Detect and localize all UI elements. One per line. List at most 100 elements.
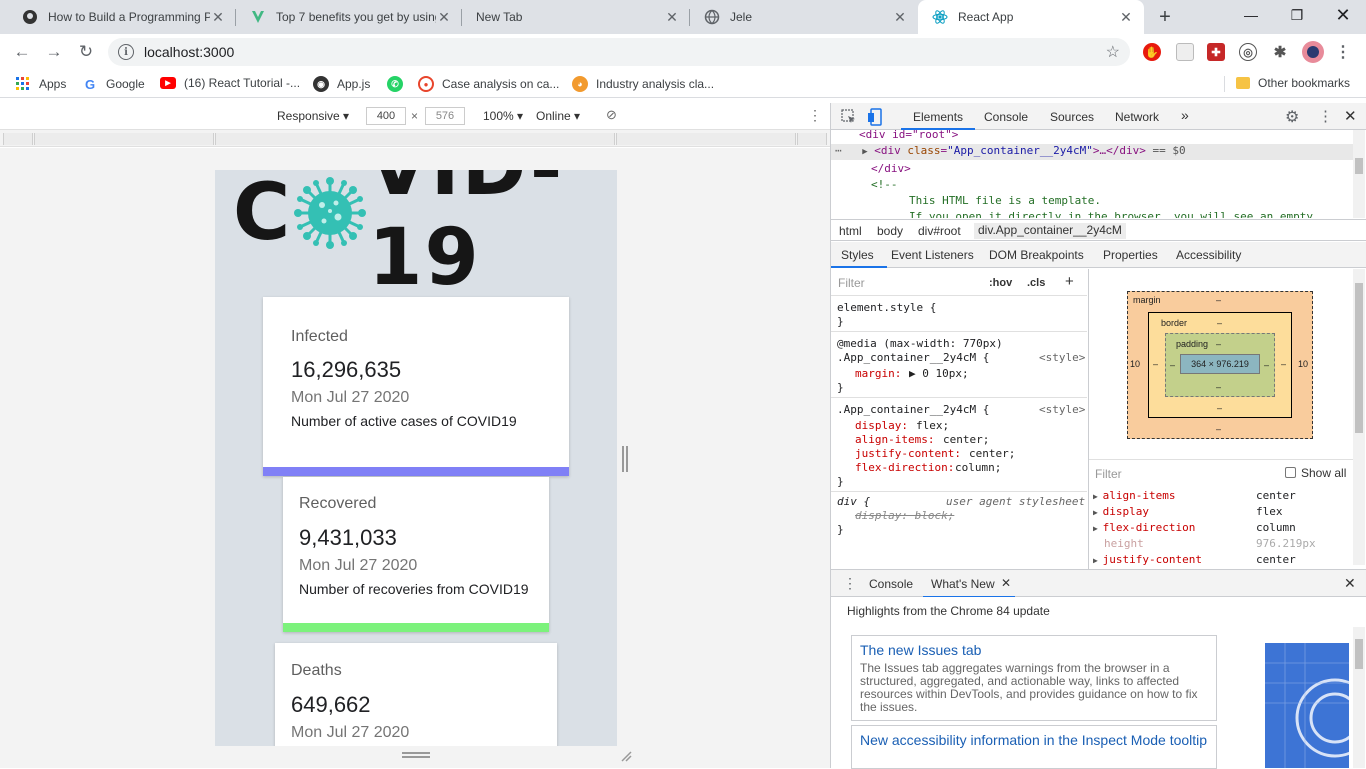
styles-filter-input[interactable]: Filter	[833, 271, 979, 291]
style-value[interactable]: center;	[969, 447, 1015, 460]
tab-network[interactable]: Network	[1115, 110, 1159, 124]
device-menu-kebab-icon[interactable]: ⋮	[808, 107, 822, 124]
box-model-border[interactable]: border – – – – padding – – – – 364 × 976…	[1148, 312, 1292, 418]
close-icon[interactable]: ✕	[210, 9, 226, 25]
tab-properties[interactable]: Properties	[1103, 248, 1158, 262]
dom-line[interactable]: <div id="root">	[859, 130, 958, 141]
tab-sources[interactable]: Sources	[1050, 110, 1094, 124]
style-property[interactable]: align-items:	[855, 433, 934, 446]
browser-tab[interactable]: How to Build a Programming Portfolio ✕	[8, 0, 236, 34]
style-source-link[interactable]: <style>	[1039, 403, 1085, 416]
bookmark-youtube[interactable]: ▶ (16) React Tutorial -...	[160, 76, 300, 90]
rotate-icon[interactable]: ⊘	[606, 107, 617, 123]
viewport-resize-handle-bottom[interactable]	[402, 752, 430, 758]
device-mode-select[interactable]: Responsive ▾	[277, 109, 349, 123]
style-property[interactable]: display:	[855, 419, 908, 432]
drawer-tab-console[interactable]: Console	[869, 577, 913, 591]
close-devtools-icon[interactable]: ✕	[1344, 107, 1357, 125]
style-property[interactable]: flex-direction:	[855, 461, 954, 474]
whats-new-item[interactable]: The new Issues tab The Issues tab aggreg…	[851, 635, 1217, 721]
avatar[interactable]	[1302, 41, 1324, 63]
bookmark-appjs[interactable]: ◉ App.js	[313, 76, 370, 92]
computed-row[interactable]: ▶ justify-content	[1093, 553, 1202, 566]
ruler-segment[interactable]	[616, 133, 796, 145]
minimize-button[interactable]: —	[1228, 0, 1274, 30]
show-all-checkbox[interactable]	[1285, 467, 1296, 478]
style-selector[interactable]: element.style {	[837, 301, 936, 314]
computed-row[interactable]: ▶ flex-direction	[1093, 521, 1195, 534]
adblock-extension-icon[interactable]: ✋	[1143, 43, 1161, 61]
tab-elements[interactable]: Elements	[913, 110, 963, 124]
ruler-segment[interactable]	[34, 133, 214, 145]
hov-toggle[interactable]: :hov	[989, 277, 1012, 289]
dom-scrollbar[interactable]	[1353, 130, 1365, 218]
tab-accessibility[interactable]: Accessibility	[1176, 248, 1241, 262]
computed-prop-inherited[interactable]: height	[1104, 537, 1144, 550]
box-model-padding[interactable]: padding – – – – 364 × 976.219	[1165, 333, 1275, 397]
menu-kebab-icon[interactable]: ⋮	[1334, 43, 1352, 61]
more-tabs-chevron-icon[interactable]: »	[1181, 107, 1189, 123]
tab-styles[interactable]: Styles	[841, 248, 874, 262]
dom-line-selected[interactable]: ⋯ ▶ <div class="App_container__2y4cM">…<…	[831, 144, 1353, 160]
computed-row[interactable]: ▶ display	[1093, 505, 1149, 518]
computed-filter-input[interactable]: Filter	[1095, 467, 1122, 481]
dom-line[interactable]: <!--	[871, 178, 898, 191]
bookmark-industry-analysis[interactable]: ◕ Industry analysis cla...	[572, 76, 714, 92]
forward-button[interactable]: →	[42, 40, 66, 64]
close-icon[interactable]: ✕	[436, 9, 452, 25]
bookmark-star-icon[interactable]: ☆	[1106, 42, 1120, 62]
browser-tab[interactable]: Top 7 benefits you get by using ✕	[236, 0, 462, 34]
breadcrumb-item[interactable]: html	[839, 224, 862, 238]
browser-tab-active[interactable]: React App ✕	[918, 0, 1144, 34]
tab-event-listeners[interactable]: Event Listeners	[891, 248, 974, 262]
new-tab-button[interactable]: +	[1154, 6, 1176, 28]
tab-console[interactable]: Console	[984, 110, 1028, 124]
devtools-menu-kebab-icon[interactable]: ⋮	[1318, 107, 1333, 125]
info-icon[interactable]: i	[118, 44, 134, 60]
style-selector[interactable]: .App_container__2y4cM {	[837, 351, 989, 364]
address-bar[interactable]: i localhost:3000 ☆	[108, 38, 1130, 66]
ruler-segment[interactable]	[215, 133, 615, 145]
bookmark-whatsapp[interactable]: ✆	[387, 76, 411, 92]
close-window-button[interactable]: ✕	[1320, 0, 1366, 30]
box-model-margin[interactable]: margin – 10 10 – border – – – – padding …	[1127, 291, 1313, 439]
breadcrumb-item[interactable]: div#root	[918, 224, 961, 238]
dom-line[interactable]: If you open it directly in the browser, …	[909, 210, 1313, 218]
maximize-button[interactable]: ❐	[1274, 0, 1320, 30]
breadcrumb-item-current[interactable]: div.App_container__2y4cM	[974, 223, 1126, 239]
settings-gear-icon[interactable]: ⚙	[1285, 107, 1299, 127]
close-icon[interactable]: ✕	[664, 9, 680, 25]
zoom-select[interactable]: 100% ▾	[483, 109, 523, 123]
bookmark-apps[interactable]: Apps	[15, 76, 66, 92]
viewport-resize-handle[interactable]	[622, 446, 628, 472]
ruler-segment[interactable]	[3, 133, 33, 145]
cls-toggle[interactable]: .cls	[1027, 277, 1045, 289]
style-value[interactable]: column;	[955, 461, 1001, 474]
drawer-tab-whats-new[interactable]: What's New	[931, 577, 995, 591]
box-model-content[interactable]: 364 × 976.219	[1180, 354, 1260, 374]
style-value[interactable]: ▶ 0 10px;	[909, 367, 969, 380]
style-source-link[interactable]: <style>	[1039, 351, 1085, 364]
tab-dom-breakpoints[interactable]: DOM Breakpoints	[989, 248, 1084, 262]
whats-new-item[interactable]: New accessibility information in the Ins…	[851, 725, 1217, 769]
whats-new-item-title[interactable]: The new Issues tab	[860, 642, 1208, 658]
corner-resize-icon[interactable]	[620, 750, 632, 762]
style-value[interactable]: flex;	[916, 419, 949, 432]
extension-icon[interactable]: ◎	[1239, 43, 1257, 61]
style-property[interactable]: justify-content:	[855, 447, 961, 460]
bookmark-google[interactable]: G Google	[82, 76, 145, 92]
browser-tab[interactable]: Jele ✕	[690, 0, 918, 34]
style-property[interactable]: margin:	[855, 367, 901, 380]
close-icon[interactable]: ✕	[1118, 9, 1134, 25]
close-icon[interactable]: ✕	[892, 9, 908, 25]
reload-button[interactable]: ↻	[74, 40, 98, 64]
style-value[interactable]: center;	[943, 433, 989, 446]
styles-scrollbar[interactable]	[1353, 269, 1365, 565]
style-selector[interactable]: .App_container__2y4cM {	[837, 403, 989, 416]
bookmark-case-analysis[interactable]: ● Case analysis on ca...	[418, 76, 559, 92]
drawer-menu-kebab-icon[interactable]: ⋮	[843, 575, 857, 592]
network-throttle-select[interactable]: Online ▾	[536, 109, 580, 123]
close-tab-icon[interactable]: ✕	[1001, 576, 1011, 590]
whats-new-scrollbar[interactable]	[1353, 627, 1365, 768]
viewport-height-input[interactable]: 576	[425, 107, 465, 125]
